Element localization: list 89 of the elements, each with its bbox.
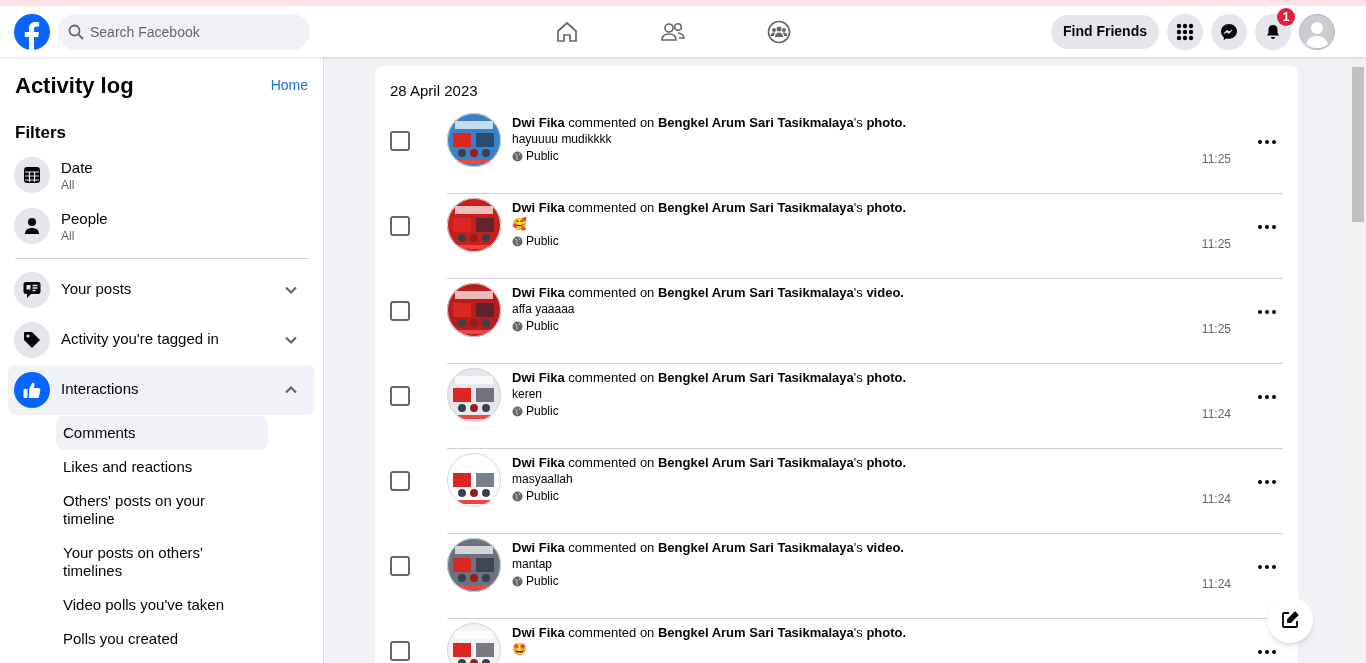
section-heading: Filters [14, 122, 68, 144]
more-icon [1258, 649, 1276, 654]
comment-text: hayuuuu mudikkkk [512, 130, 613, 148]
audience-label: Public [526, 147, 559, 165]
calendar-icon [22, 165, 42, 185]
notifications-button[interactable] [1255, 13, 1291, 50]
checkbox[interactable] [390, 555, 410, 576]
more-icon [1258, 479, 1276, 484]
compose-button[interactable] [1267, 597, 1313, 643]
filter-label[interactable]: People [61, 208, 108, 228]
activity-text: Dwi Fika commented on Bengkel Arum Sari Tasikmalaya's photo. [512, 368, 908, 386]
more-icon [1258, 394, 1276, 399]
category-item[interactable]: Interactions [8, 364, 315, 415]
find-friends-button[interactable]: Find Friends [1051, 14, 1159, 49]
filter-button[interactable] [14, 157, 50, 193]
timestamp: 11:24 [1201, 405, 1231, 423]
checkbox[interactable] [390, 130, 410, 151]
comment-text: 🤩 [512, 640, 528, 658]
submenu-item[interactable]: Video polls you've taken [56, 587, 268, 622]
notification-count: 1 [1277, 7, 1295, 26]
comment-text: mantap [512, 555, 554, 573]
submenu-item[interactable]: Likes and reactions [56, 449, 268, 484]
category-label: Activity you're tagged in [61, 329, 220, 350]
timestamp: 11:25 [1201, 320, 1231, 338]
globe-icon [512, 575, 523, 587]
compose-icon [1280, 610, 1300, 630]
activity-text: Dwi Fika commented on Bengkel Arum Sari Tasikmalaya's photo. [512, 623, 908, 641]
comment-text: affa yaaaaa [512, 300, 576, 318]
filter-value: All [61, 227, 76, 244]
timestamp: 11:24 [1201, 575, 1231, 593]
globe-icon [512, 235, 523, 247]
globe-icon [512, 150, 523, 162]
date-heading: 28 April 2023 [390, 81, 479, 101]
messenger-button[interactable] [1211, 13, 1247, 50]
audience-label: Public [526, 317, 559, 335]
audience-label: Public [526, 232, 559, 250]
groups-icon [767, 19, 791, 44]
more-icon [1258, 564, 1276, 569]
home-icon [555, 19, 579, 44]
activity-text: Dwi Fika commented on Bengkel Arum Sari Tasikmalaya's video. [512, 283, 905, 301]
audience-label: Public [526, 402, 559, 420]
search-icon [68, 23, 84, 40]
more-icon [1258, 224, 1276, 229]
filter-label[interactable]: Date [61, 157, 93, 177]
search-field[interactable]: Search Facebook [58, 13, 310, 50]
comment-text: 🥰 [512, 215, 528, 233]
audience-label: Public [526, 572, 559, 590]
grid-icon [1176, 22, 1194, 41]
audience-label: Public [526, 487, 559, 505]
scrollbar-thumb[interactable] [1352, 67, 1364, 222]
messenger-icon [1220, 22, 1238, 41]
page-title: Activity log [15, 72, 134, 100]
submenu-item[interactable]: Your posts on others' timelines [56, 535, 268, 588]
timestamp: 11:24 [1201, 490, 1231, 508]
home-link[interactable]: Home [270, 75, 308, 96]
submenu-item[interactable]: Polls you created [56, 621, 268, 656]
tag-icon [22, 329, 42, 350]
more-icon [1258, 139, 1276, 144]
speech-bubble-icon [22, 279, 42, 300]
timestamp: 11:25 [1201, 150, 1231, 168]
checkbox[interactable] [390, 385, 410, 406]
globe-icon [512, 320, 523, 332]
activity-text: Dwi Fika commented on Bengkel Arum Sari Tasikmalaya's video. [512, 538, 905, 556]
category-label: Your posts [61, 279, 133, 300]
scrollbar[interactable] [1350, 57, 1366, 663]
person-icon [22, 216, 42, 236]
category-item[interactable]: Activity you're tagged in [8, 314, 315, 365]
submenu-item[interactable]: Others' posts on your timeline [56, 483, 268, 536]
checkbox[interactable] [390, 300, 410, 321]
category-label: Interactions [61, 379, 140, 400]
checkbox[interactable] [390, 215, 410, 236]
globe-icon [512, 490, 523, 502]
globe-icon [512, 405, 523, 417]
checkbox[interactable] [390, 470, 410, 491]
checkbox[interactable] [390, 640, 410, 661]
logo-icon[interactable] [14, 13, 50, 50]
activity-text: Dwi Fika commented on Bengkel Arum Sari Tasikmalaya's photo. [512, 453, 908, 471]
submenu-item[interactable]: Comments [56, 415, 268, 450]
comment-text: keren [512, 385, 544, 403]
more-icon [1258, 309, 1276, 314]
activity-text: Dwi Fika commented on Bengkel Arum Sari Tasikmalaya's photo. [512, 113, 908, 131]
bell-icon [1265, 23, 1281, 40]
activity-text: Dwi Fika commented on Bengkel Arum Sari Tasikmalaya's photo. [512, 198, 908, 216]
menu-button[interactable] [1167, 13, 1203, 50]
category-item[interactable]: Your posts [8, 264, 315, 315]
comment-text: masyaallah [512, 470, 574, 488]
filter-value: All [61, 176, 76, 193]
timestamp: 11:25 [1201, 235, 1231, 253]
filter-button[interactable] [14, 208, 50, 244]
